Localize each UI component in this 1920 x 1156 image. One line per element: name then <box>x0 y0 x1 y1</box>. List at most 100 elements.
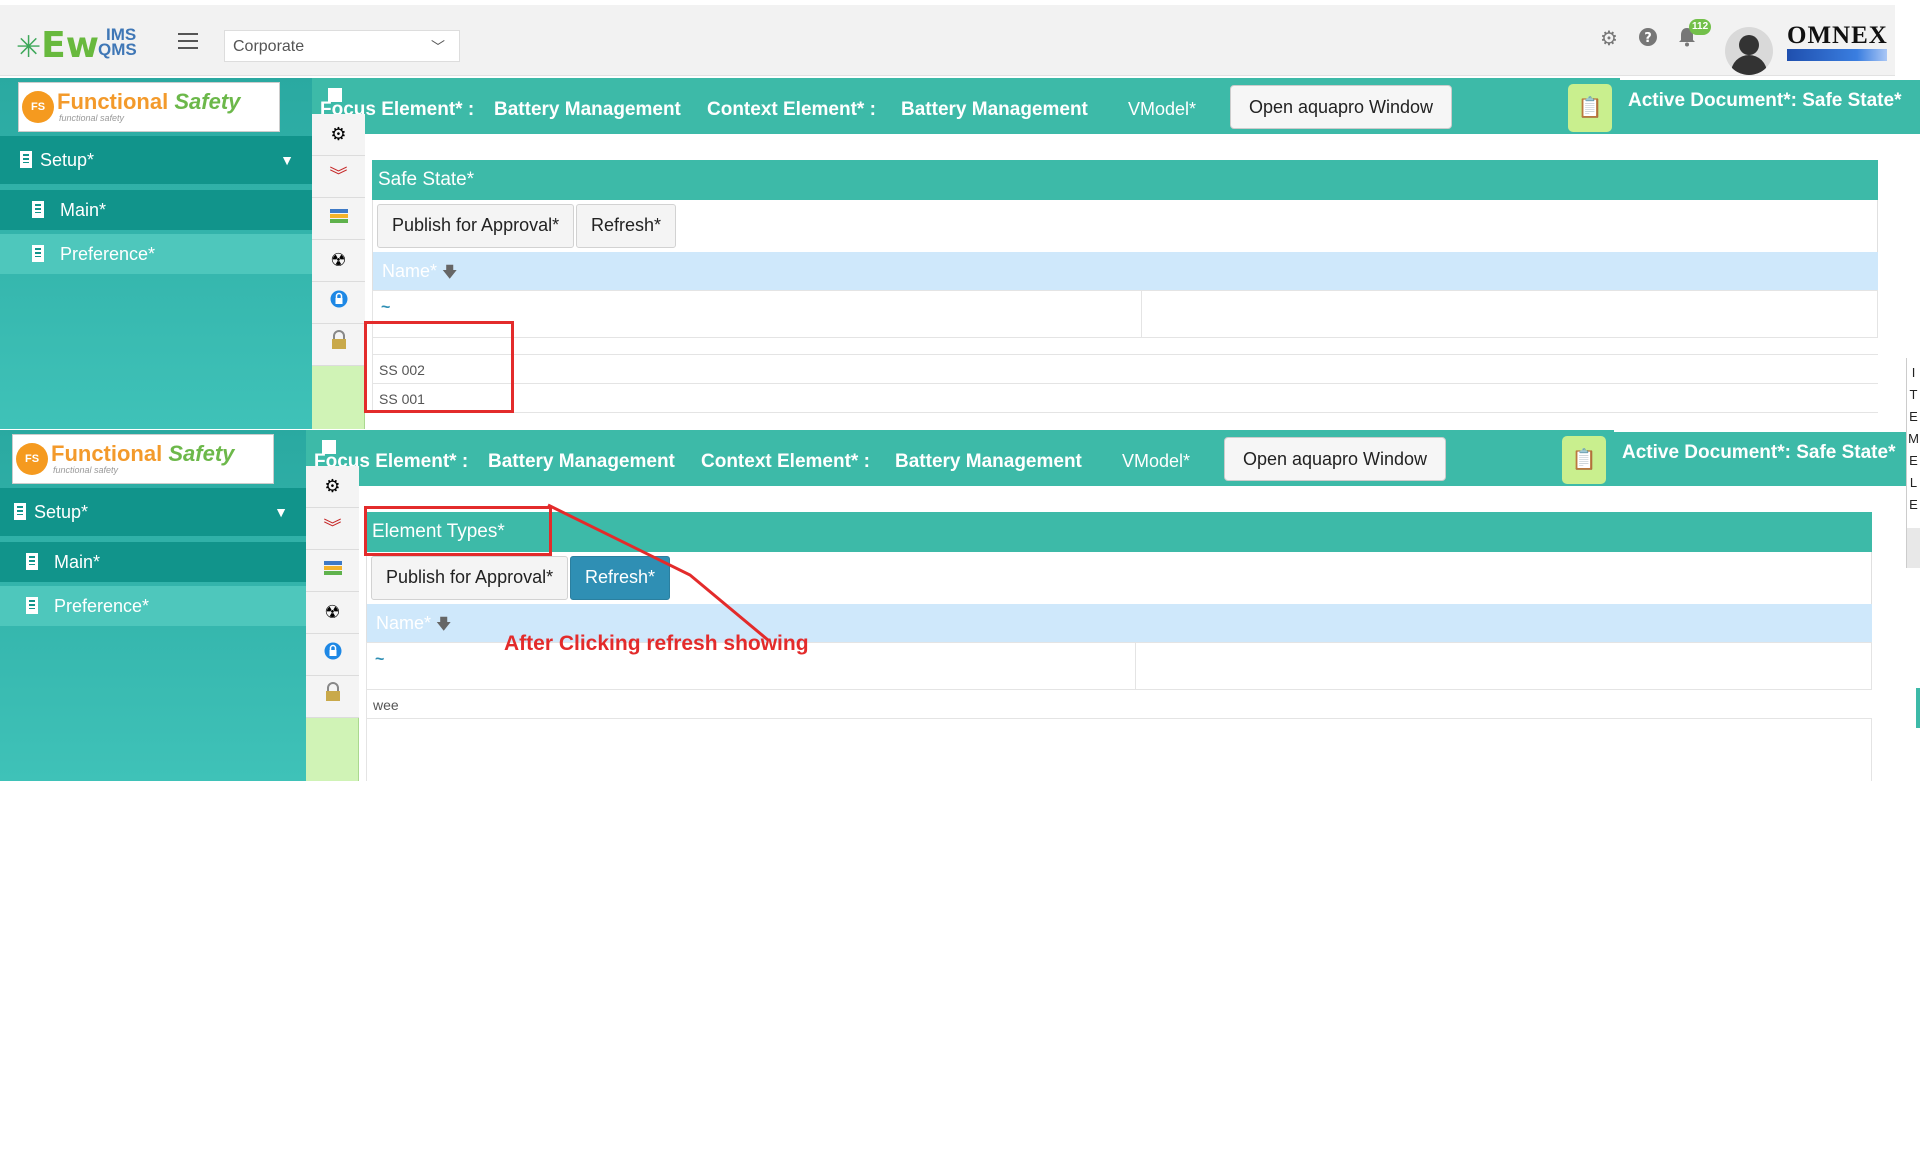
panel-after-refresh: FS Functional Safety functional safety S… <box>0 430 1920 781</box>
logo-star-icon: ✳ <box>16 30 42 65</box>
vmodel-link[interactable]: VModel* <box>1122 451 1190 472</box>
table-row[interactable]: wee <box>366 690 1872 719</box>
building-icon <box>32 201 44 218</box>
top-bar: ✳Ew IMS QMS Corporate ﹀ ⚙ ? 112 OMNEX <box>0 5 1895 76</box>
functional-safety-logo[interactable]: FS Functional Safety functional safety <box>18 82 280 132</box>
sidebar-setup[interactable]: Setup* ▼ <box>0 488 306 536</box>
functional-safety-emblem-icon: FS <box>22 91 54 123</box>
focus-context-bar: Focus Element* : Battery Management Cont… <box>312 78 1620 134</box>
settings-icon[interactable]: ⚙ <box>306 466 359 508</box>
sidebar-item-main[interactable]: Main* <box>0 190 312 230</box>
section-header: Safe State* <box>372 160 1878 200</box>
publish-for-approval-button[interactable]: Publish for Approval* <box>377 204 575 248</box>
scrollbar[interactable] <box>1906 528 1920 568</box>
building-icon <box>20 151 32 168</box>
refresh-button[interactable]: Refresh* <box>570 556 671 600</box>
panel-before-refresh: FS Functional Safety functional safety S… <box>0 78 1920 429</box>
sidebar-item-preference[interactable]: Preference* <box>0 586 306 626</box>
setup-label: Setup* <box>40 150 95 170</box>
sidebar-setup[interactable]: Setup* ▼ <box>0 136 312 184</box>
context-element-label: Context Element* : <box>707 99 876 120</box>
side-teal-marker <box>1916 688 1920 728</box>
clipboard-icon[interactable]: 📋 <box>1568 84 1612 132</box>
functional-safety-logo[interactable]: FS Functional Safety functional safety <box>12 434 274 484</box>
lock-blue-icon[interactable] <box>306 634 359 676</box>
filter-row: ~ <box>372 290 1878 353</box>
avatar[interactable] <box>1725 27 1773 75</box>
name-column-header: Name* <box>376 613 432 633</box>
logo-title: Functional Safety <box>57 89 241 114</box>
sort-down-icon: 🡇 <box>436 616 452 633</box>
radiation-icon[interactable]: ☢ <box>306 592 359 634</box>
company-select-value: Corporate <box>233 38 305 55</box>
chevron-down-icon: ﹀ <box>431 39 445 55</box>
help-icon[interactable]: ? <box>1636 27 1660 51</box>
active-document-title: Active Document*: Safe State* <box>1614 432 1914 486</box>
annotation-text: After Clicking refresh showing <box>504 632 809 655</box>
side-tab-item-elements[interactable]: ITEMELE <box>1906 358 1920 528</box>
refresh-button[interactable]: Refresh* <box>576 204 677 248</box>
lock-blue-icon[interactable] <box>312 282 365 324</box>
sort-down-icon: 🡇 <box>442 264 458 281</box>
sidebar: FS Functional Safety functional safety S… <box>0 430 306 781</box>
context-element-value[interactable]: Battery Management <box>895 451 1082 473</box>
open-aquapro-button[interactable]: Open aquapro Window <box>1230 85 1452 129</box>
notification-badge: 112 <box>1689 19 1712 35</box>
chevron-down-icon: ▼ <box>280 152 294 168</box>
open-aquapro-button[interactable]: Open aquapro Window <box>1224 437 1446 481</box>
building-icon <box>26 597 38 614</box>
chevron-down-icon: ▼ <box>274 504 288 520</box>
company-select[interactable]: Corporate ﹀ <box>224 30 460 62</box>
building-icon <box>14 503 26 520</box>
grid-spacer-row <box>372 338 1878 355</box>
settings-icon[interactable]: ⚙ <box>312 114 365 156</box>
padlock-icon[interactable] <box>306 676 359 718</box>
clipboard-icon[interactable]: 📋 <box>1562 436 1606 484</box>
logo-subtitle: functional safety <box>53 465 119 475</box>
active-document-title: Active Document*: Safe State* <box>1620 80 1920 134</box>
stack-icon[interactable] <box>312 198 365 240</box>
svg-text:?: ? <box>1644 31 1652 46</box>
building-icon <box>32 245 44 262</box>
section-header: Element Types* <box>366 512 1872 552</box>
logo-subtitle: functional safety <box>59 113 125 123</box>
gear-icon[interactable]: ⚙ <box>1597 27 1621 51</box>
highlight-box-rows <box>364 321 514 413</box>
focus-element-value[interactable]: Battery Management <box>488 451 675 473</box>
sidebar-item-preference[interactable]: Preference* <box>0 234 312 274</box>
omnex-logo: OMNEX <box>1787 23 1887 61</box>
context-element-label: Context Element* : <box>701 451 870 472</box>
grid-header[interactable]: Name* 🡇 <box>372 252 1878 290</box>
highlight-box-section <box>364 506 552 556</box>
sidebar-item-label: Preference* <box>60 244 156 264</box>
sidebar-item-main[interactable]: Main* <box>0 542 306 582</box>
grid-toolbar: Publish for Approval* Refresh* <box>372 200 1878 252</box>
publish-for-approval-button[interactable]: Publish for Approval* <box>371 556 569 600</box>
name-column-header: Name* <box>382 261 438 281</box>
functional-safety-emblem-icon: FS <box>16 443 48 475</box>
grid-toolbar: Publish for Approval* Refresh* <box>366 552 1872 604</box>
focus-element-value[interactable]: Battery Management <box>494 99 681 121</box>
icon-toolbar: ⚙ ︾ ☢ <box>306 466 359 781</box>
layers-chevron-icon[interactable]: ︾ <box>306 508 359 550</box>
focus-context-bar: Focus Element* : Battery Management Cont… <box>306 430 1614 486</box>
sidebar-item-label: Preference* <box>54 596 150 616</box>
ewims-logo[interactable]: ✳Ew <box>16 25 99 66</box>
context-element-value[interactable]: Battery Management <box>901 99 1088 121</box>
sidebar-item-label: Main* <box>54 552 101 572</box>
sidebar: FS Functional Safety functional safety S… <box>0 78 312 429</box>
table-row[interactable]: SS 001 <box>372 384 1878 413</box>
stack-icon[interactable] <box>306 550 359 592</box>
hamburger-menu-icon[interactable] <box>178 33 198 49</box>
padlock-icon[interactable] <box>312 324 365 366</box>
icon-toolbar: ⚙ ︾ ☢ <box>312 114 365 429</box>
logo-text: Ew <box>41 25 99 66</box>
vmodel-link[interactable]: VModel* <box>1128 99 1196 120</box>
logo-title: Functional Safety <box>51 441 235 466</box>
setup-label: Setup* <box>34 502 89 522</box>
layers-chevron-icon[interactable]: ︾ <box>312 156 365 198</box>
radiation-icon[interactable]: ☢ <box>312 240 365 282</box>
grid-empty-area <box>366 719 1872 781</box>
table-row[interactable]: SS 002 <box>372 355 1878 384</box>
sidebar-item-label: Main* <box>60 200 107 220</box>
